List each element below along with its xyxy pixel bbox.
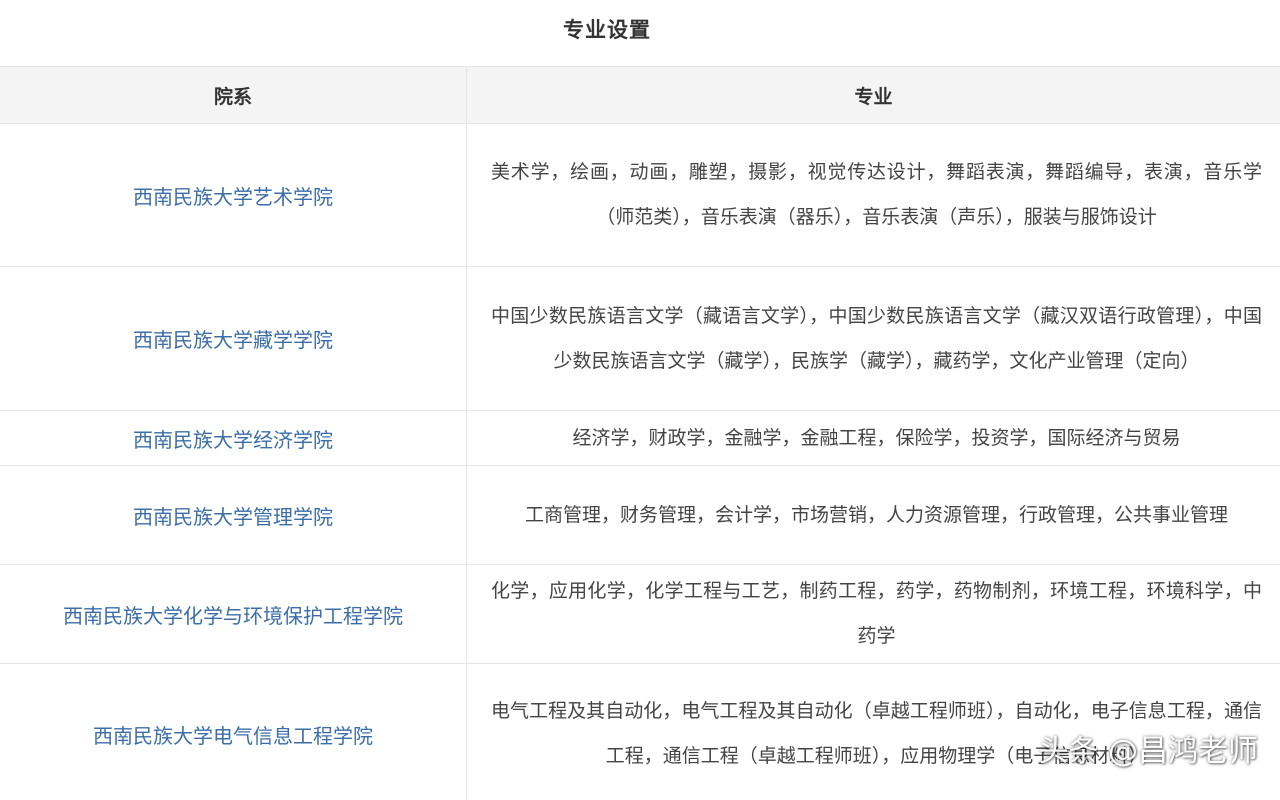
table-row: 西南民族大学藏学学院 中国少数民族语言文学（藏语言文学），中国少数民族语言文学（…: [0, 266, 1280, 411]
page-title: 专业设置: [563, 17, 651, 42]
majors-cell: 美术学，绘画，动画，雕塑，摄影，视觉传达设计，舞蹈表演，舞蹈编导，表演，音乐学（…: [466, 123, 1280, 267]
header-department: 院系: [0, 66, 467, 124]
table-row: 西南民族大学管理学院 工商管理，财务管理，会计学，市场营销，人力资源管理，行政管…: [0, 465, 1280, 565]
table-row: 西南民族大学经济学院 经济学，财政学，金融学，金融工程，保险学，投资学，国际经济…: [0, 410, 1280, 466]
majors-table: 院系 专业 西南民族大学艺术学院 美术学，绘画，动画，雕塑，摄影，视觉传达设计，…: [0, 66, 1280, 800]
department-cell: 西南民族大学管理学院: [0, 465, 467, 565]
page: 专业设置 院系 专业 西南民族大学艺术学院 美术学，绘画，动画，雕塑，摄影，视觉…: [0, 0, 1280, 800]
majors-cell: 中国少数民族语言文学（藏语言文学），中国少数民族语言文学（藏汉双语行政管理），中…: [466, 266, 1280, 411]
majors-cell: 经济学，财政学，金融学，金融工程，保险学，投资学，国际经济与贸易: [466, 410, 1280, 466]
table-row: 西南民族大学化学与环境保护工程学院 化学，应用化学，化学工程与工艺，制药工程，药…: [0, 564, 1280, 664]
department-cell: 西南民族大学电气信息工程学院: [0, 663, 467, 800]
majors-cell: 化学，应用化学，化学工程与工艺，制药工程，药学，药物制剂，环境工程，环境科学，中…: [466, 564, 1280, 664]
department-cell: 西南民族大学藏学学院: [0, 266, 467, 411]
majors-cell: 工商管理，财务管理，会计学，市场营销，人力资源管理，行政管理，公共事业管理: [466, 465, 1280, 565]
watermark-text: 头条 @昌鸿老师: [1038, 734, 1258, 769]
department-cell: 西南民族大学经济学院: [0, 410, 467, 466]
header-majors: 专业: [466, 66, 1280, 124]
department-cell: 西南民族大学艺术学院: [0, 123, 467, 267]
department-cell: 西南民族大学化学与环境保护工程学院: [0, 564, 467, 664]
table-header-row: 院系 专业: [0, 66, 1280, 124]
table-row: 西南民族大学艺术学院 美术学，绘画，动画，雕塑，摄影，视觉传达设计，舞蹈表演，舞…: [0, 123, 1280, 267]
